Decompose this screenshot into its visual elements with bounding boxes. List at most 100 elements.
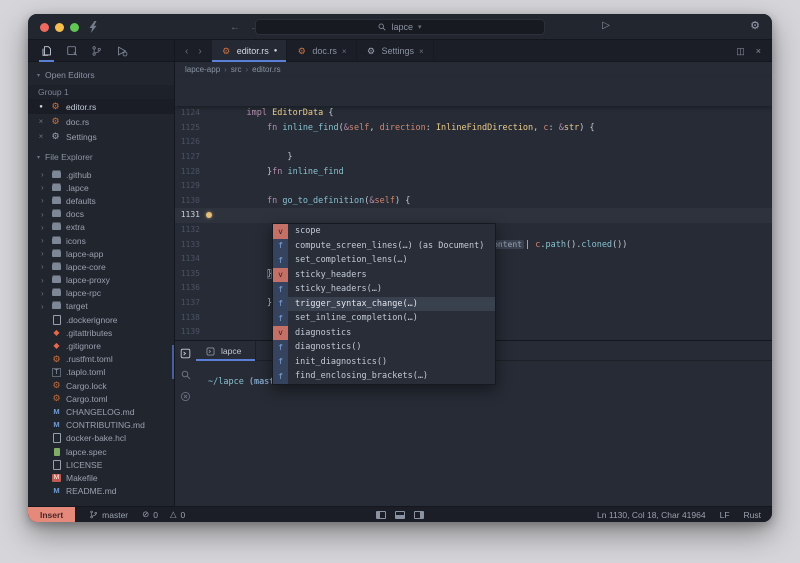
explorer-file-row[interactable]: LICENSE [28,458,174,471]
explorer-file-row[interactable]: .dockerignore [28,313,174,326]
explorer-folder-row[interactable]: › target [28,300,174,313]
editor-tab[interactable]: editor.rs ● [212,40,288,62]
explorer-file-row[interactable]: CHANGELOG.md [28,405,174,418]
tab-close-or-modified-icon[interactable]: × [419,47,424,56]
split-editor-icon[interactable]: ◫ [736,46,745,57]
open-editors-section-header[interactable]: ▾ Open Editors [28,67,174,83]
close-or-modified-icon[interactable]: × [37,132,45,141]
explorer-file-row[interactable]: Cargo.lock [28,379,174,392]
editor-mode-badge[interactable]: Insert [28,507,75,523]
breadcrumb-item[interactable]: editor.rs [252,65,280,74]
close-or-modified-icon[interactable]: × [37,117,45,126]
file-explorer-panel-icon[interactable] [40,40,53,62]
code-line[interactable]: 1129 let path = match if doc.loaded() { [175,179,772,194]
code-line[interactable]: 1126 [175,135,772,150]
explorer-file-row[interactable]: lapce.spec [28,445,174,458]
terminal-panel-icon[interactable] [180,348,191,359]
close-window-button[interactable] [40,23,49,32]
tab-scroll-right-icon[interactable]: › [198,46,201,57]
tab-scroll-left-icon[interactable]: ‹ [185,46,188,57]
explorer-folder-row[interactable]: › lapce-rpc [28,287,174,300]
open-editor-item[interactable]: × Settings [28,129,174,144]
toggle-bottom-panel-icon[interactable] [395,511,405,519]
explorer-folder-row[interactable]: › defaults [28,194,174,207]
file-explorer-section-header[interactable]: ▾ File Explorer [28,149,174,165]
command-palette[interactable]: lapce ▾ [255,19,545,35]
terminal-tab-label: lapce [221,346,241,356]
sidebar-scrollbar[interactable] [172,345,174,379]
completion-item[interactable]: f set_inline_completion(…) [273,311,495,326]
navigate-back-button[interactable]: ← [230,22,240,33]
explorer-folder-row[interactable]: › icons [28,234,174,247]
code-line[interactable]: 1127 fn go_to_definition(&self) { [175,150,772,165]
completion-label: sticky_headers(…) [288,282,495,297]
explorer-file-row[interactable]: .gitignore [28,339,174,352]
explorer-folder-row[interactable]: › .github [28,168,174,181]
completion-item[interactable]: f sticky_headers(…) [273,282,495,297]
open-editor-item[interactable]: ● editor.rs [28,99,174,114]
completion-item[interactable]: f find_enclosing_brackets(…) [273,369,495,384]
line-number: 1132 [175,223,200,238]
explorer-file-row[interactable]: CONTRIBUTING.md [28,419,174,432]
tab-close-or-modified-icon[interactable]: ● [274,48,278,54]
open-editor-item[interactable]: × doc.rs [28,114,174,129]
explorer-folder-row[interactable]: › extra [28,221,174,234]
git-branch-indicator[interactable]: master [89,509,128,520]
explorer-folder-row[interactable]: › .lapce [28,181,174,194]
completion-item[interactable]: f compute_screen_lines(…) (as Document) [273,239,495,254]
toggle-right-panel-icon[interactable] [414,511,424,519]
explorer-file-row[interactable]: Makefile [28,471,174,484]
language-mode[interactable]: Rust [744,510,761,520]
explorer-file-row[interactable]: Cargo.toml [28,392,174,405]
completion-item[interactable]: f diagnostics() [273,340,495,355]
source-control-panel-icon[interactable] [90,40,103,62]
completion-item[interactable]: f init_diagnostics() [273,355,495,370]
explorer-file-row[interactable]: docker-bake.hcl [28,432,174,445]
breadcrumb-item[interactable]: src [231,65,252,74]
explorer-folder-row[interactable]: › docs [28,208,174,221]
completion-item[interactable]: f set_completion_lens(…) [273,253,495,268]
editor-tab[interactable]: doc.rs × [287,40,356,62]
explorer-file-row[interactable]: README.md [28,485,174,498]
close-or-modified-icon[interactable]: ● [37,104,45,110]
settings-gear-icon[interactable]: ⚙ [750,19,760,32]
explorer-folder-row[interactable]: › lapce-app [28,247,174,260]
file-type-icon [51,433,62,443]
completion-popup[interactable]: v scope f compute_screen_lines(…) (as Do… [272,223,496,385]
tab-close-or-modified-icon[interactable]: × [342,47,347,56]
titlebar[interactable]: ← → lapce ▾ ▷ ⚙ [28,14,772,40]
terminal-tab[interactable]: lapce [196,341,256,361]
lapce-window: ← → lapce ▾ ▷ ⚙ [28,14,772,522]
run-button[interactable]: ▷ [602,20,610,31]
editor-tab[interactable]: Settings × [357,40,434,62]
code-line[interactable]: 1128 let doc: Rc<Doc> = self.doc(); [175,165,772,180]
minimize-window-button[interactable] [55,23,64,32]
line-ending[interactable]: LF [720,510,730,520]
code-action-lightbulb-icon[interactable] [206,212,212,218]
close-editor-icon[interactable]: × [756,46,761,56]
completion-item[interactable]: v scope [273,224,495,239]
plugin-panel-icon[interactable] [65,40,78,62]
code-line[interactable]: 1130 doc.content.with_untracked(|c: &Doc… [175,194,772,209]
completion-item[interactable]: v diagnostics [273,326,495,341]
code-line[interactable]: 1131 doc.sc [175,208,772,223]
desktop-background: ← → lapce ▾ ▷ ⚙ [0,0,800,563]
completion-kind-badge: f [273,340,288,355]
explorer-file-row[interactable]: .taplo.toml [28,366,174,379]
diagnostics-indicator[interactable]: ⊘ 0 △ 0 [142,509,185,520]
explorer-file-row[interactable]: .rustfmt.toml [28,353,174,366]
explorer-file-row[interactable]: .gitattributes [28,326,174,339]
breadcrumb-item[interactable]: lapce-app [185,65,231,74]
problems-panel-icon[interactable] [180,391,191,402]
explorer-folder-row[interactable]: › lapce-core [28,260,174,273]
search-panel-icon[interactable] [181,370,191,380]
chevron-right-icon: › [41,236,47,245]
explorer-folder-row[interactable]: › lapce-proxy [28,274,174,287]
completion-item[interactable]: f trigger_syntax_change(…) [273,297,495,312]
zoom-window-button[interactable] [70,23,79,32]
toggle-left-panel-icon[interactable] [376,511,386,519]
window-controls [40,23,79,32]
debug-panel-icon[interactable] [115,40,128,62]
completion-item[interactable]: v sticky_headers [273,268,495,283]
cursor-position[interactable]: Ln 1130, Col 18, Char 41964 [597,510,706,520]
